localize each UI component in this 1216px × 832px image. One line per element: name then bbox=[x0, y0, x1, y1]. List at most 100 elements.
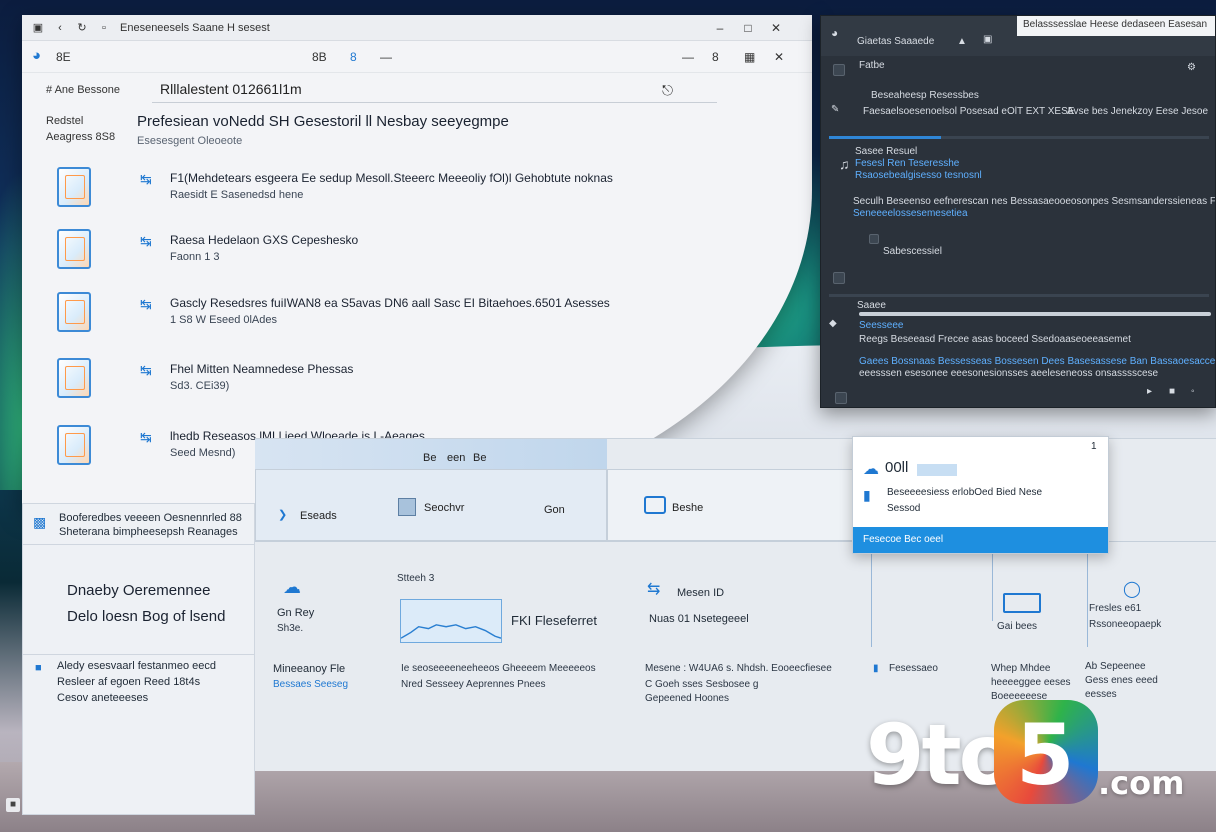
toolbar: ◕ 8E 8B 8 — — 8 ▦ ✕ bbox=[22, 41, 812, 73]
panel-settings-icon[interactable]: ⚙ bbox=[1187, 62, 1196, 73]
toolbar-item-a[interactable]: 8E bbox=[56, 50, 71, 64]
monitors-icon bbox=[1003, 593, 1041, 613]
popup-action-bar[interactable]: Fesecoe Bec oeel bbox=[853, 527, 1108, 553]
panel-slider[interactable] bbox=[859, 312, 1211, 316]
watermark-mark: 5 bbox=[994, 700, 1098, 804]
chart-caption: FKI Fleseferret bbox=[511, 613, 597, 628]
chart-icon: ▮ bbox=[863, 487, 871, 503]
card-divider bbox=[23, 654, 254, 655]
toolbar-grid-icon[interactable]: ▦ bbox=[744, 50, 755, 64]
col6-text: Gess enes eeed bbox=[1085, 675, 1158, 686]
minimize-icon[interactable]: – bbox=[712, 20, 728, 36]
address-row: # Ane Bessone Rlllalestent 012661l1m ⎋ bbox=[22, 73, 812, 105]
panel-footer-icon[interactable]: ▸ bbox=[1147, 386, 1152, 397]
tab-label: Eseads bbox=[300, 510, 337, 522]
col6-text: eesses bbox=[1085, 689, 1117, 700]
dark-panel-header: ◕ Giaetas Saaaede ▲ ▣ Belasssesslae Hees… bbox=[821, 16, 1215, 56]
folder-icon bbox=[57, 229, 91, 269]
column-divider bbox=[1087, 551, 1088, 647]
list-item[interactable]: ↹ Raesa Hedelaon GXS Cepeshesko Faonn 1 … bbox=[52, 229, 612, 279]
nav-label[interactable]: # Ane Bessone bbox=[46, 84, 120, 96]
toolbar-close-icon[interactable]: ✕ bbox=[774, 50, 784, 64]
col1-link[interactable]: Bessaes Seeseg bbox=[273, 679, 348, 690]
list-item-title: Fhel Mitten Neamnedese Phessas bbox=[170, 362, 354, 376]
toolbar-item-c[interactable]: 8 bbox=[350, 50, 357, 64]
back-icon[interactable]: ‹ bbox=[54, 22, 66, 34]
address-field[interactable]: Rlllalestent 012661l1m bbox=[152, 77, 717, 103]
col1-title: Gn Rey bbox=[277, 607, 315, 619]
tab-panel[interactable]: ❯ Eseads Seochvr Gon bbox=[255, 469, 607, 541]
list-item[interactable]: ↹ F1(Mehdetears esgeera Ee sedup Mesoll.… bbox=[52, 167, 613, 217]
toolbar-item-b[interactable]: 8B bbox=[312, 50, 327, 64]
notification-popup[interactable]: 1 ☁ 00ll ▮ Beseeeesiess erlobOed Bied Ne… bbox=[852, 436, 1109, 554]
sparkline-chart[interactable] bbox=[400, 599, 502, 643]
col3-text: Gepeened Hoones bbox=[645, 693, 729, 704]
col4-bullet-icon: ▮ bbox=[873, 663, 879, 674]
header-label[interactable]: een bbox=[447, 452, 465, 464]
pin-icon: ◯ bbox=[1123, 581, 1141, 598]
panel-progress-fill bbox=[829, 136, 941, 139]
panel-paragraph-link[interactable]: Seneeeelossesemesetiea bbox=[853, 208, 968, 219]
card-line: Booferedbes veeeen Oesnennrled 88 bbox=[59, 512, 242, 524]
card-divider bbox=[23, 544, 254, 545]
col6-text: Fresles e61 bbox=[1089, 603, 1142, 614]
col3-text: C Goeh sses Sesbosee g bbox=[645, 679, 759, 690]
watermark-logo: 9to 5 .com bbox=[866, 700, 1196, 810]
settings-header: Be een Be bbox=[255, 439, 607, 469]
maximize-icon[interactable]: □ bbox=[740, 20, 756, 36]
column-divider bbox=[871, 551, 872, 647]
link-icon: ↹ bbox=[140, 171, 152, 187]
start-icon[interactable]: ■ bbox=[6, 798, 20, 812]
panel-block-line[interactable]: Rsaosebealgisesso tesnosnl bbox=[855, 170, 982, 181]
panel-tab[interactable]: Belasssesslae Heese dedaseen Easesan bbox=[1017, 16, 1215, 36]
panel-option[interactable] bbox=[833, 272, 845, 284]
toolbar-item-d[interactable]: 8 bbox=[712, 50, 719, 64]
card-text: Cesov aneteeeses bbox=[57, 692, 149, 704]
bell-icon[interactable]: ⎋ bbox=[662, 82, 673, 99]
tab-label: Beshe bbox=[672, 502, 704, 514]
app-icon: ▣ bbox=[32, 22, 44, 34]
watermark-left: 9to bbox=[866, 706, 1016, 804]
popup-title: 00ll bbox=[885, 459, 909, 476]
header-label[interactable]: Be bbox=[473, 452, 486, 464]
panel-bullet bbox=[869, 234, 879, 244]
refresh-icon[interactable]: ↻ bbox=[76, 22, 88, 34]
panel-divider bbox=[829, 294, 1209, 297]
brand-icon[interactable]: ◕ bbox=[32, 47, 41, 64]
header-label[interactable]: Be bbox=[423, 452, 436, 464]
list-item[interactable]: ↹ Fhel Mitten Neamnedese Phessas Sd3. CE… bbox=[52, 358, 612, 408]
panel-checkbox[interactable] bbox=[833, 64, 845, 76]
list-item[interactable]: ↹ Gascly Resedsres fuiIWAN8 ea S5avas DN… bbox=[52, 292, 612, 342]
toolbar-minimize-icon[interactable]: — bbox=[682, 50, 694, 64]
screen-icon bbox=[57, 358, 91, 398]
panel-footer-icon[interactable]: ■ bbox=[1169, 386, 1175, 397]
chart-label: Stteeh 3 bbox=[397, 573, 435, 584]
panel-bottom-label: Saaee bbox=[857, 300, 886, 311]
network-icon: ↹ bbox=[140, 233, 152, 249]
popup-field[interactable] bbox=[917, 464, 957, 476]
panel-pin-icon[interactable]: ▲ bbox=[957, 36, 967, 47]
tab-panel[interactable]: Beshe bbox=[607, 469, 867, 541]
dark-panel: ◕ Giaetas Saaaede ▲ ▣ Belasssesslae Hees… bbox=[820, 15, 1216, 408]
panel-row-label: Beseaheesp Resessbes bbox=[871, 90, 979, 101]
col5-text: Whep Mhdee bbox=[991, 663, 1051, 674]
info-card: ▩ Booferedbes veeeen Oesnennrled 88 Shet… bbox=[22, 503, 255, 815]
panel-footer-button[interactable] bbox=[835, 392, 847, 404]
panel-footer-icon[interactable]: ◦ bbox=[1191, 386, 1195, 397]
window-title: Eneseneesels Saane H sesest bbox=[120, 22, 270, 34]
card-text: Resleer af egoen Reed 18t4s bbox=[57, 676, 201, 688]
page-subheading[interactable]: Esesesgent Oleoeote bbox=[137, 135, 242, 147]
panel-block-line[interactable]: Fesesl Ren Teseresshe bbox=[855, 158, 959, 169]
close-icon[interactable]: ✕ bbox=[768, 20, 784, 36]
popup-close[interactable]: 1 bbox=[1091, 441, 1097, 452]
cloud-icon: ☁ bbox=[863, 461, 879, 478]
list-item-sub: Sd3. CEi39) bbox=[170, 380, 230, 392]
tab-label: Gon bbox=[544, 504, 565, 516]
panel-bottom-link[interactable]: Gaees Bossnaas Bessesseas Bossesen Dees … bbox=[859, 356, 1215, 367]
cloud-icon: ↹ bbox=[140, 362, 152, 378]
panel-sub-header: Fatbe bbox=[859, 60, 885, 71]
col2-text: Ie seoseeeeneeheeos Gheeeem Meeeeeos bbox=[401, 663, 596, 674]
panel-row-icon: ✎ bbox=[831, 104, 840, 115]
panel-lock-icon[interactable]: ▣ bbox=[983, 34, 992, 45]
page-heading: Prefesiean voNedd SH Gesestoril ll Nesba… bbox=[137, 113, 509, 130]
